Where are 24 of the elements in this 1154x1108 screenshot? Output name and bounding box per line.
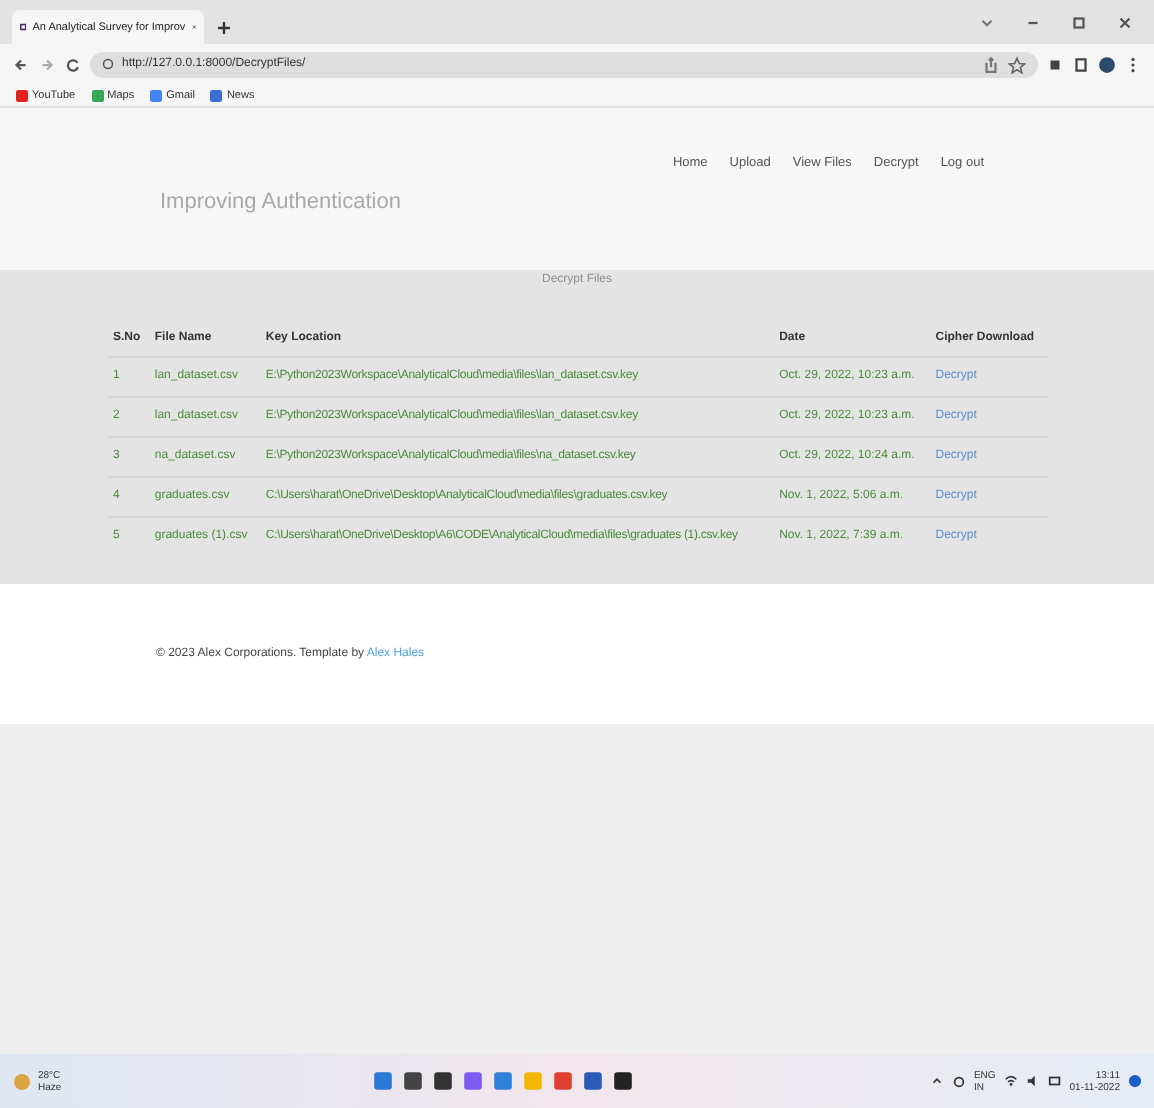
share-icon[interactable]	[982, 55, 1000, 73]
bookmark-icon	[210, 89, 223, 101]
taskbar-app-icon[interactable]	[432, 1070, 454, 1092]
new-tab-icon[interactable]	[216, 20, 232, 36]
bookmark-icon	[150, 89, 163, 101]
bookmark-icon	[91, 89, 104, 101]
avatar-icon[interactable]	[1098, 55, 1116, 73]
chevron-up-icon[interactable]	[929, 1074, 944, 1088]
chevron-down-icon[interactable]	[978, 14, 996, 32]
back-icon[interactable]	[12, 55, 30, 73]
taskbar-app-icon[interactable]	[402, 1070, 424, 1092]
taskbar-app-icon[interactable]	[612, 1070, 634, 1092]
speaker-icon[interactable]	[1025, 1074, 1040, 1088]
sidebar-icon[interactable]	[1072, 55, 1090, 73]
maximize-icon[interactable]	[1070, 14, 1088, 32]
bookmark-icon	[16, 89, 28, 101]
star-icon[interactable]	[1008, 55, 1026, 73]
close-icon[interactable]	[1116, 14, 1134, 32]
notification-icon[interactable]	[1128, 1074, 1142, 1088]
site-title: Improving Authentication	[158, 188, 403, 214]
reload-icon[interactable]	[64, 55, 82, 73]
page-icon	[20, 20, 27, 34]
battery-icon[interactable]	[1047, 1074, 1062, 1088]
wifi-icon[interactable]	[1003, 1074, 1018, 1088]
